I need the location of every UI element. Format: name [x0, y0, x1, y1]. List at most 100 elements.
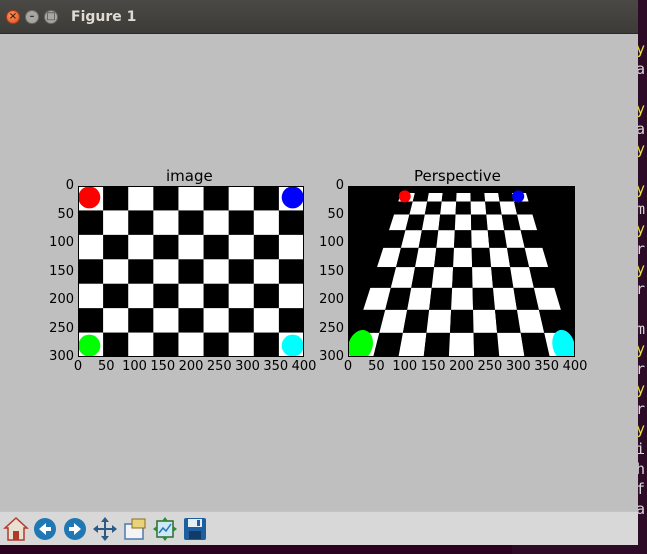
checker-square — [103, 332, 129, 357]
checker-square — [203, 332, 229, 357]
checker-square — [253, 186, 280, 211]
checker-square — [228, 186, 255, 211]
marker-dot-1 — [512, 190, 525, 203]
checker-square — [128, 283, 154, 309]
checker-square — [103, 308, 129, 333]
checker-square — [472, 287, 496, 310]
y-tick-label: 50 — [57, 206, 74, 222]
checker-square — [472, 267, 494, 288]
x-tick-label: 300 — [505, 359, 531, 374]
x-tick-label: 200 — [449, 359, 474, 374]
home-button[interactable] — [3, 516, 29, 542]
move-icon — [93, 517, 117, 541]
checker-square — [489, 247, 511, 268]
checker-square — [203, 259, 229, 285]
checker-square — [455, 201, 471, 215]
checker-square — [203, 210, 229, 236]
plot-title-perspective: Perspective — [414, 167, 501, 185]
y-tick-label: 0 — [335, 178, 344, 193]
checker-square — [485, 201, 502, 215]
figure-canvas[interactable]: image 0 50 100 150 200 250 300 0 50 100 150 200 250 3… — [0, 34, 638, 511]
y-tick-label: 250 — [49, 320, 74, 336]
checker-square — [421, 214, 441, 231]
checker-square — [498, 193, 515, 202]
checker-square — [473, 332, 500, 357]
arrow-right-icon — [64, 518, 86, 540]
checker-square — [128, 234, 154, 260]
checker-square — [78, 234, 104, 260]
plot-title-image: image — [166, 167, 213, 185]
checker-square — [423, 332, 451, 357]
minimize-window-button[interactable]: – — [25, 10, 39, 24]
checker-square — [103, 210, 129, 236]
x-tick-label: 100 — [122, 359, 147, 374]
checker-square — [178, 332, 204, 357]
checker-square — [253, 234, 280, 260]
back-button[interactable] — [32, 516, 58, 542]
x-tick-label: 150 — [150, 359, 176, 374]
checker-square — [441, 193, 457, 202]
checker-square — [178, 308, 204, 333]
checker-square — [103, 259, 129, 285]
checker-square — [203, 186, 229, 211]
arrow-left-icon — [34, 518, 56, 540]
checker-square — [415, 247, 437, 268]
checker-square — [78, 283, 104, 309]
checker-square — [178, 259, 204, 285]
checker-square — [426, 309, 452, 333]
x-tick-label: 300 — [235, 359, 260, 374]
maximize-window-button[interactable]: □ — [44, 10, 58, 24]
subplots-icon — [153, 517, 177, 541]
checker-square — [448, 332, 475, 357]
checker-square — [228, 283, 255, 309]
marker-dot-3 — [281, 334, 304, 357]
checker-square — [398, 332, 427, 357]
perspective-axes[interactable] — [348, 186, 575, 357]
marker-dot-0 — [78, 186, 101, 209]
checker-square — [178, 283, 204, 309]
subplots-button[interactable] — [152, 516, 178, 542]
checker-square — [456, 193, 471, 202]
checker-square — [278, 259, 304, 285]
minimize-icon: – — [29, 11, 35, 22]
x-tick-label: 150 — [420, 359, 446, 374]
checker-square — [228, 234, 255, 260]
pan-button[interactable] — [92, 516, 118, 542]
checker-square — [473, 309, 498, 333]
checker-square — [470, 214, 488, 231]
checker-square — [429, 287, 453, 310]
marker-dot-0 — [398, 190, 411, 203]
marker-dot-1 — [281, 186, 304, 209]
checker-square — [278, 283, 304, 309]
checker-square — [427, 193, 443, 202]
checker-square — [78, 210, 104, 236]
checker-square — [470, 193, 486, 202]
checker-square — [491, 267, 514, 288]
x-tick-label: 100 — [392, 359, 418, 374]
checker-square — [103, 234, 129, 260]
checker-square — [153, 283, 179, 309]
image-axes[interactable] — [78, 186, 304, 357]
checker-square — [278, 308, 304, 333]
checker-square — [153, 210, 179, 236]
x-tick-label: 250 — [206, 359, 232, 374]
checker-square — [412, 193, 429, 202]
zoom-button[interactable] — [122, 516, 148, 542]
checker-square — [203, 283, 229, 309]
checker-square — [103, 186, 129, 211]
forward-button[interactable] — [62, 516, 88, 542]
checker-square — [495, 309, 521, 333]
title-bar[interactable]: × – □ Figure 1 — [0, 0, 638, 34]
x-tick-label: 200 — [178, 359, 204, 374]
checker-square — [253, 210, 280, 236]
checker-square — [471, 230, 490, 248]
y-tick-label: 200 — [319, 292, 344, 307]
checker-square — [253, 332, 280, 357]
close-window-button[interactable]: × — [6, 10, 20, 24]
y-tick-label: 0 — [65, 178, 74, 193]
checker-square — [153, 332, 179, 357]
checker-square — [128, 210, 154, 236]
checker-square — [253, 259, 280, 285]
save-button[interactable] — [182, 516, 208, 542]
checker-square — [153, 308, 179, 333]
